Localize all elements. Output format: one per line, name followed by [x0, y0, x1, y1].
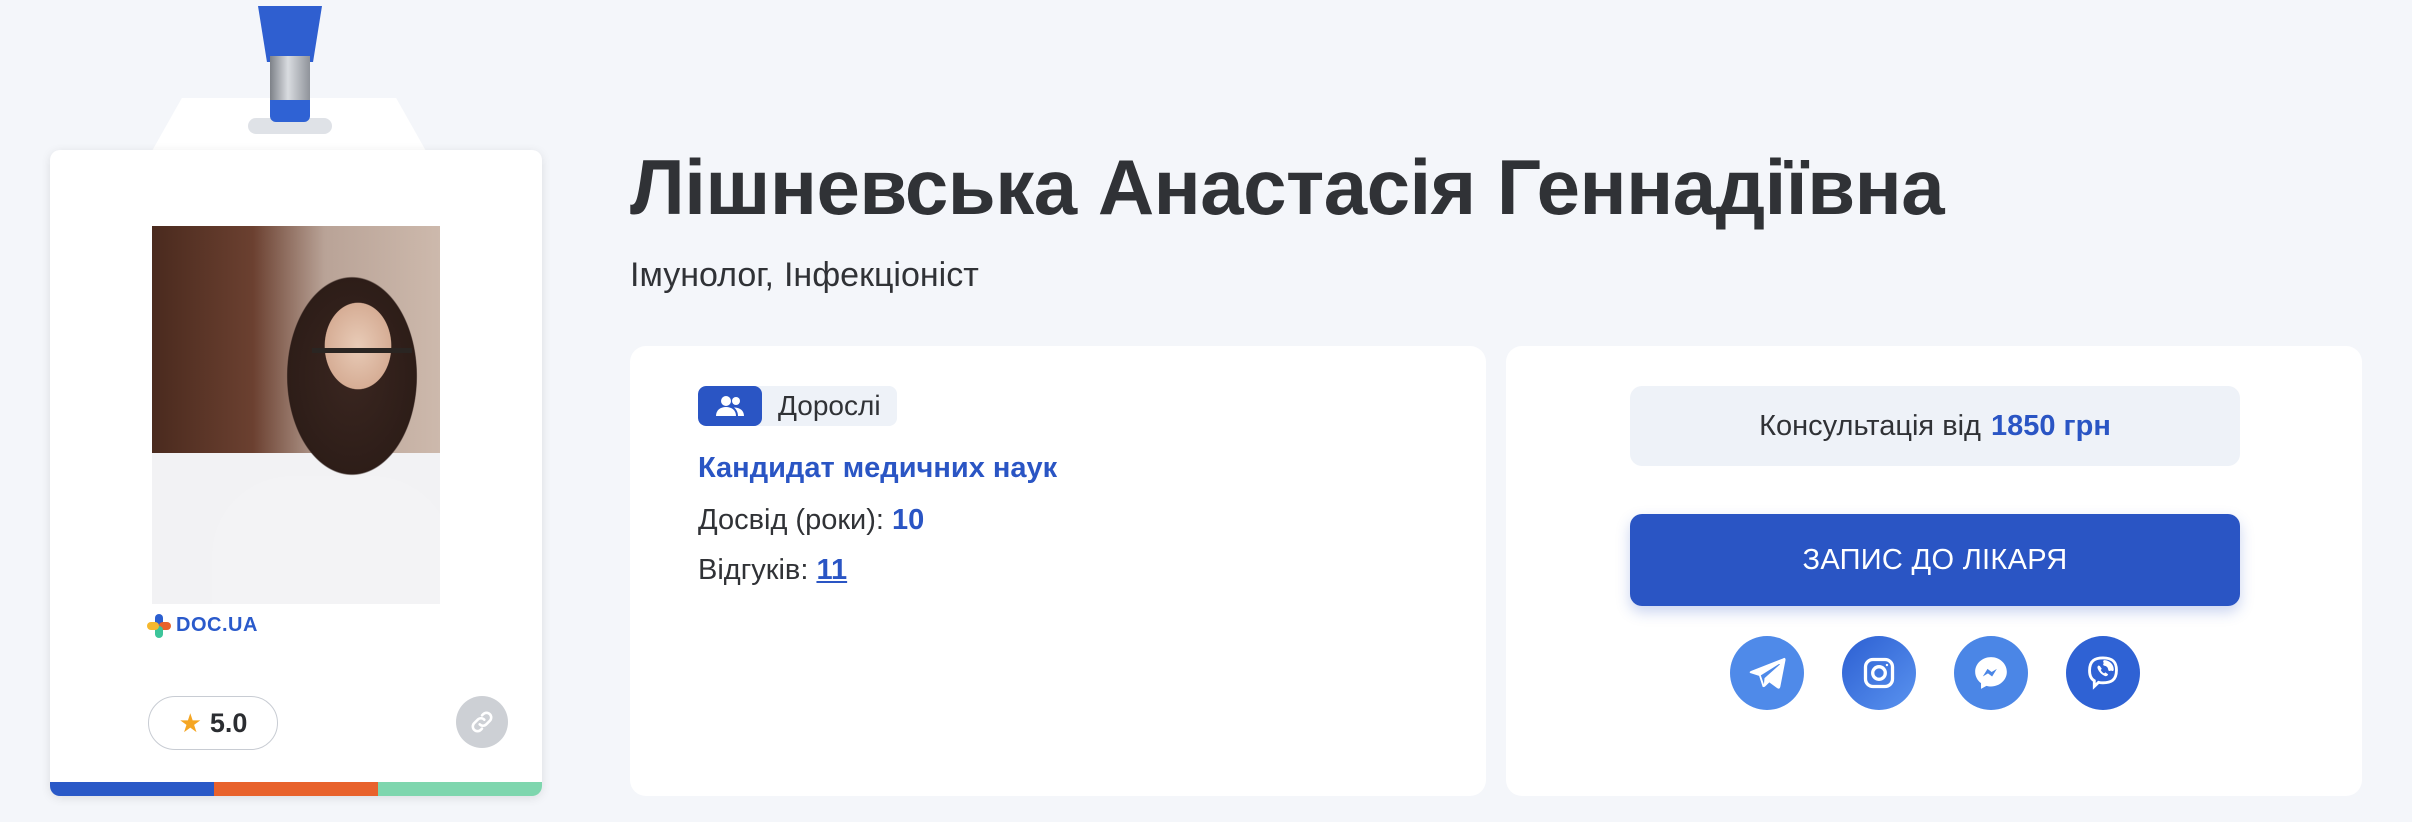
- star-icon: ★: [178, 708, 202, 738]
- social-share-buttons: [1730, 636, 2140, 710]
- doctor-badge-card: DOC.UA ★ 5.0: [50, 150, 542, 796]
- badge-stripe-orange: [214, 782, 378, 796]
- viber-icon: [2088, 656, 2118, 690]
- photo-glasses: [312, 348, 412, 372]
- experience-value: 10: [892, 504, 925, 536]
- price-value: 1850 грн: [1990, 409, 2111, 442]
- link-icon: [471, 711, 493, 733]
- copy-link-button[interactable]: [456, 696, 508, 748]
- specialty-item[interactable]: Імунолог,: [630, 256, 774, 295]
- badge-stripe-green: [378, 782, 542, 796]
- book-appointment-button[interactable]: ЗАПИС ДО ЛІКАРЯ: [1630, 514, 2240, 606]
- photo-coat: [212, 476, 440, 604]
- age-group-label: Дорослі: [778, 390, 881, 421]
- reviews-line: Відгуків: 11: [698, 554, 847, 587]
- doctor-profile-page: DOC.UA ★ 5.0 Лішневська Анастасія Геннад…: [0, 0, 2412, 822]
- lanyard-end: [270, 100, 310, 122]
- experience-label: Досвід (роки):: [698, 504, 884, 536]
- users-icon: [698, 386, 762, 426]
- doc-ua-logo-icon: [147, 613, 171, 638]
- viber-button[interactable]: [2066, 636, 2140, 710]
- instagram-icon: [1863, 657, 1895, 689]
- badge-stripe-blue: [50, 782, 214, 796]
- reviews-label: Відгуків:: [698, 554, 809, 586]
- academic-degree: Кандидат медичних наук: [698, 452, 1058, 484]
- instagram-button[interactable]: [1842, 636, 1916, 710]
- specialty-item[interactable]: Інфекціоніст: [784, 256, 979, 295]
- rating-value: 5.0: [209, 707, 248, 738]
- doctor-name: Лішневська Анастасія Геннадіївна: [630, 143, 1945, 231]
- messenger-button[interactable]: [1954, 636, 2028, 710]
- rating-badge: ★ 5.0: [148, 696, 278, 750]
- doctor-specialties: Імунолог, Інфекціоніст: [630, 256, 979, 295]
- booking-card: Консультація від 1850 грн ЗАПИС ДО ЛІКАР…: [1506, 346, 2362, 796]
- reviews-count-link[interactable]: 11: [816, 554, 847, 586]
- lanyard-clip: [270, 56, 310, 106]
- doctor-info-card: Дорослі Кандидат медичних наук Досвід (р…: [630, 346, 1486, 796]
- telegram-icon: [1749, 657, 1786, 689]
- messenger-icon: [1975, 657, 2007, 689]
- price-label: Консультація від: [1759, 409, 1981, 442]
- lanyard-strap: [258, 6, 322, 62]
- age-group-tag: Дорослі: [698, 386, 897, 426]
- doc-ua-logo-text: DOC.UA: [176, 614, 258, 636]
- telegram-button[interactable]: [1730, 636, 1804, 710]
- doc-ua-logo: DOC.UA: [147, 613, 258, 638]
- doctor-photo: [152, 226, 440, 604]
- consultation-price: Консультація від 1850 грн: [1630, 386, 2240, 466]
- experience-line: Досвід (роки): 10: [698, 504, 924, 537]
